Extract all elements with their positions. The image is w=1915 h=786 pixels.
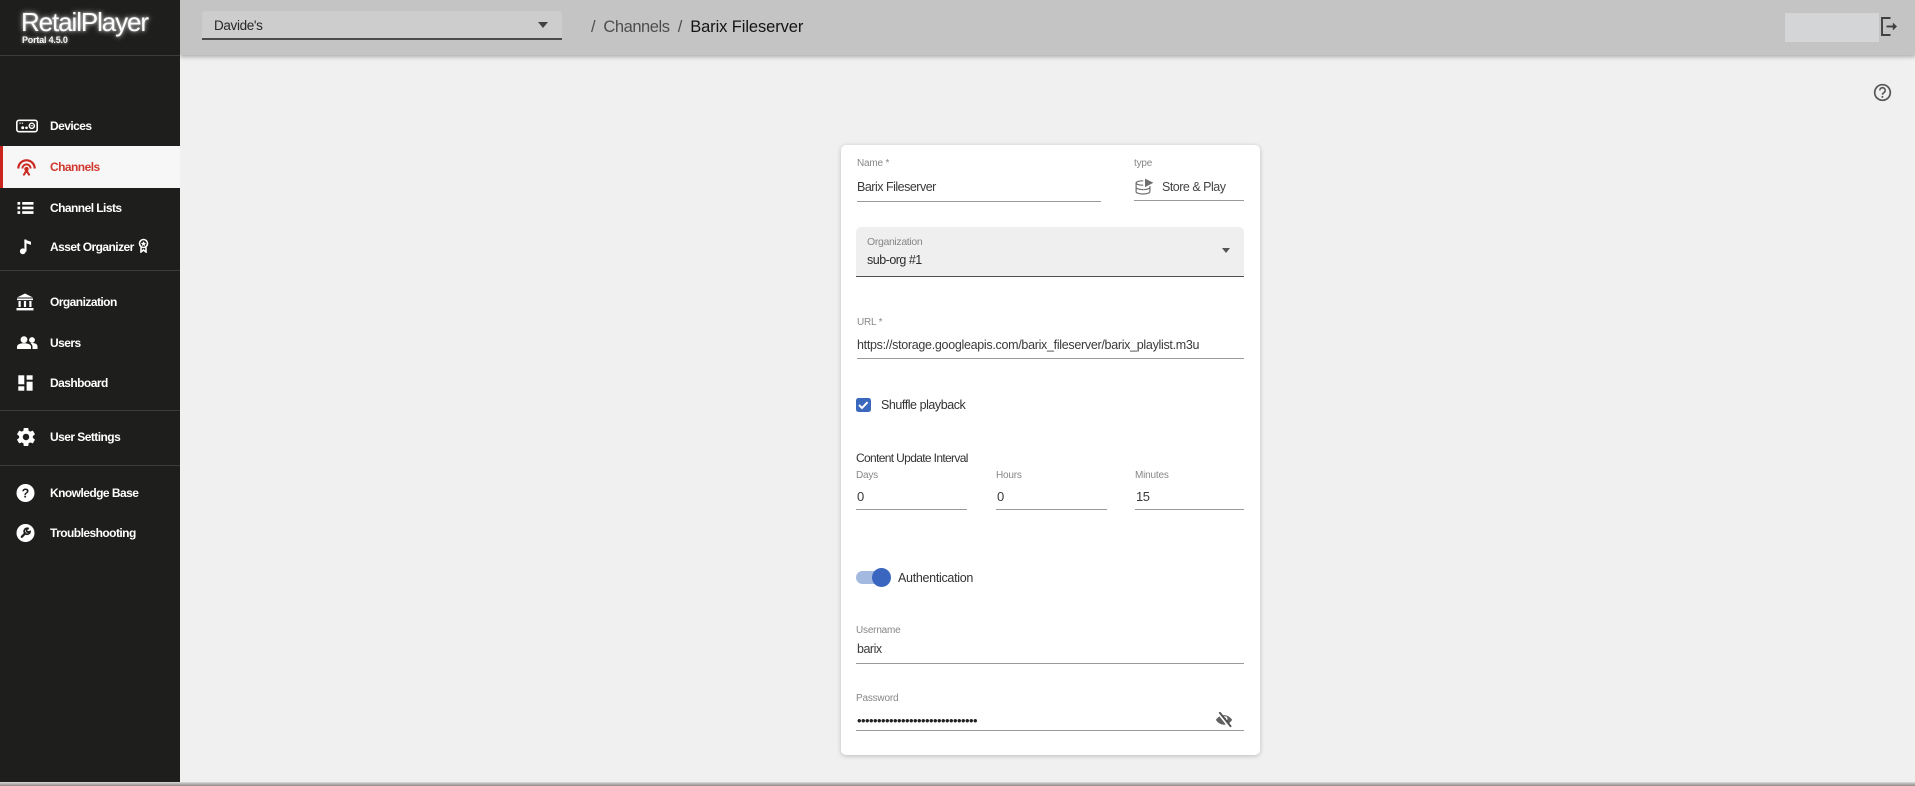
svg-text:?: ? [22,486,30,500]
